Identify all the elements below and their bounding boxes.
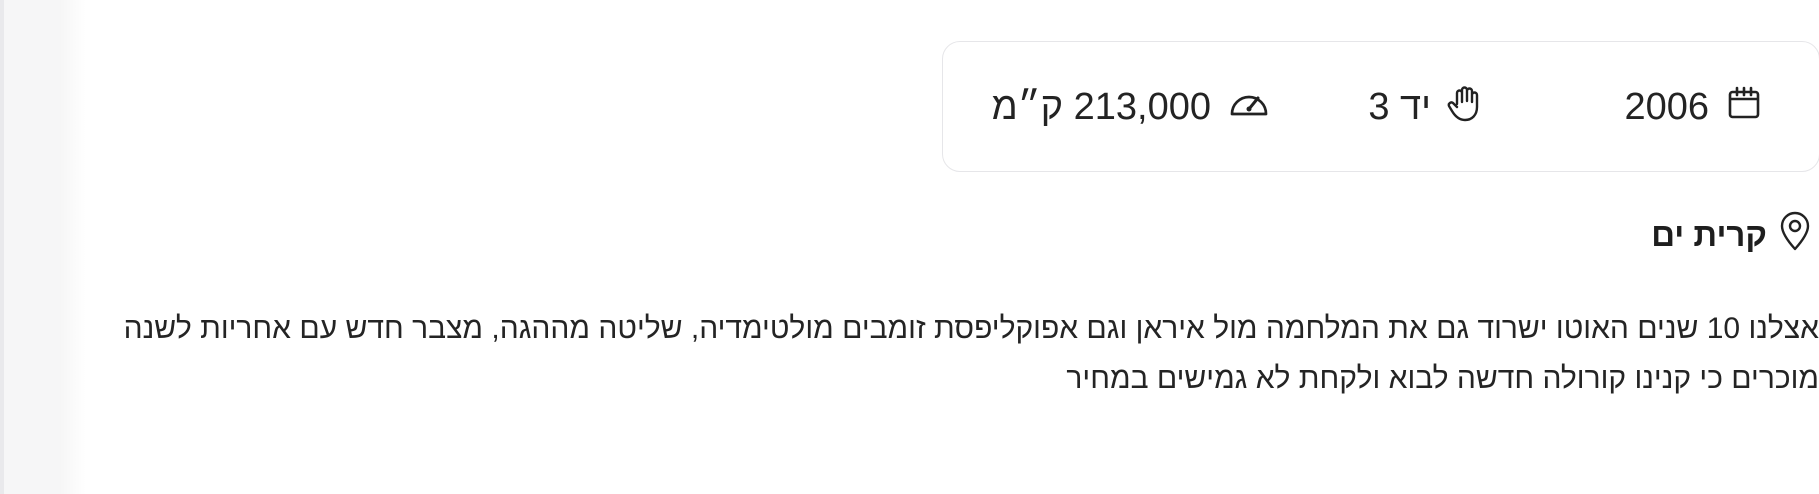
spec-year-value: 2006 [1624,86,1709,128]
left-sidebar-rail [0,0,60,494]
hand-icon [1447,83,1485,133]
location-label: קרית ים [1651,216,1767,253]
spec-owner-hand: יד 3 [1368,42,1485,173]
spec-mileage-value: 213,000 ק״מ [991,86,1211,128]
sidebar-shadow [60,0,86,494]
spec-year: 2006 [1624,42,1763,173]
spec-hand-value: יד 3 [1368,86,1431,128]
spec-mileage: 213,000 ק״מ [992,42,1271,173]
listing-details: 2006 יד 3 213,000 ק״מ קרית ים אצלנו 10 ש… [86,0,1819,494]
listing-description: אצלנו 10 שנים האוטו ישרוד גם את המלחמה מ… [123,312,1819,395]
vehicle-specs-card: 2006 יד 3 213,000 ק״מ [942,41,1819,172]
listing-location: קרית ים [1651,211,1811,255]
calendar-icon [1725,84,1763,132]
location-pin-icon [1779,211,1811,259]
speedometer-icon [1227,85,1271,131]
